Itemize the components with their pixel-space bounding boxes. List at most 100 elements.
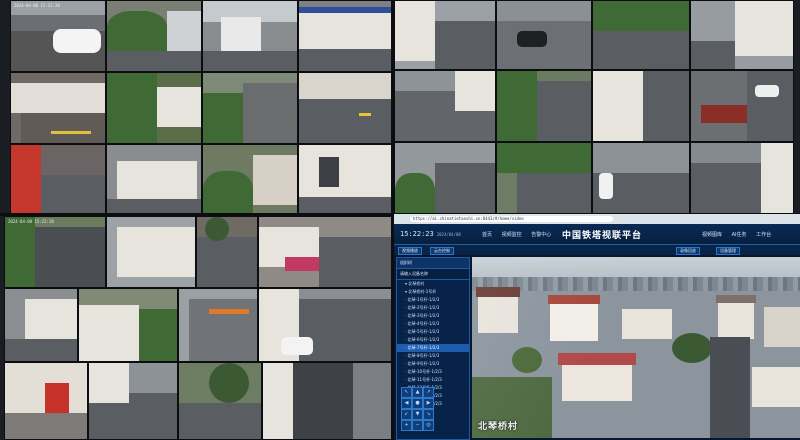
ptz-up-button[interactable]: ▲	[412, 387, 423, 398]
nav-item[interactable]: 视频图库	[702, 232, 722, 238]
video-house	[550, 301, 598, 341]
camera-feed[interactable]	[4, 362, 88, 440]
video-house	[752, 367, 800, 407]
nav-item[interactable]: 告警中心	[531, 232, 551, 238]
video-house	[764, 307, 800, 347]
camera-feed[interactable]	[10, 144, 106, 216]
ptz-left-button[interactable]: ◀	[401, 398, 412, 409]
clock: 15:22:23 2024/04/08	[400, 230, 461, 238]
tab-ptz-control[interactable]: 云台控制	[430, 247, 454, 255]
camera-feed[interactable]	[496, 70, 592, 142]
camera-feed[interactable]	[394, 142, 496, 214]
village-watermark: 北琴桥村	[478, 422, 519, 432]
camera-feed[interactable]	[690, 0, 794, 70]
camera-feed[interactable]	[196, 216, 258, 288]
camera-feed[interactable]	[298, 144, 392, 216]
camera-feed[interactable]	[592, 0, 690, 70]
ptz-center-button[interactable]: ●	[412, 398, 423, 409]
camera-feed[interactable]: 2024-04-08 15:22:20	[4, 216, 106, 288]
nav-item[interactable]: 首页	[482, 232, 492, 238]
camera-feed[interactable]	[394, 70, 496, 142]
clock-date: 2024/04/08	[436, 232, 461, 237]
nav-item[interactable]: AI任务	[732, 232, 747, 238]
camera-feed[interactable]	[262, 362, 392, 440]
camera-feed[interactable]	[298, 72, 392, 144]
tab-video-play[interactable]: 视频播放	[398, 247, 422, 255]
camera-feed[interactable]	[178, 362, 262, 440]
tree-item[interactable]: · 北琴-7号杆-1/2/3	[397, 344, 469, 352]
camera-feed[interactable]	[88, 362, 178, 440]
nav-item[interactable]: 视频监控	[502, 232, 522, 238]
camera-feed[interactable]	[78, 288, 178, 362]
tab-playback[interactable]: 录像回放	[676, 247, 700, 255]
ptz-up-left-button[interactable]: ↖	[401, 387, 412, 398]
ptz-up-right-button[interactable]: ↗	[423, 387, 434, 398]
nav-item[interactable]: 工作台	[756, 232, 771, 238]
tree-item[interactable]: ▾ 北琴桥村-1号杆	[397, 288, 469, 296]
camera-feed[interactable]	[496, 0, 592, 70]
camera-feed[interactable]	[202, 144, 298, 216]
camera-feed[interactable]	[592, 142, 690, 214]
ptz-right-button[interactable]: ▶	[423, 398, 434, 409]
sidebar-header: 组织树	[397, 258, 469, 269]
camera-feed[interactable]	[4, 288, 78, 362]
address-bar[interactable]: https://ai.chinatietaoshi.cn:8443/#/home…	[410, 216, 613, 222]
video-house	[718, 299, 754, 339]
tab-device-manage[interactable]: 设备管理	[716, 247, 740, 255]
camera-feed[interactable]	[106, 0, 202, 72]
tree-item[interactable]: ▾ 北琴桥村	[397, 280, 469, 288]
camera-feed[interactable]	[106, 144, 202, 216]
nav-right: 视频图库 AI任务 工作台	[702, 231, 779, 238]
camera-feed[interactable]	[592, 70, 690, 142]
tree-item[interactable]: · 北琴-1号杆-1/2/3	[397, 296, 469, 304]
ptz-down-button[interactable]: ▼	[412, 409, 423, 420]
video-roof	[548, 295, 600, 304]
tree-item[interactable]: · 北琴-5号杆-1/2/3	[397, 328, 469, 336]
video-roof	[558, 353, 636, 365]
ptz-down-left-button[interactable]: ↙	[401, 409, 412, 420]
camera-timestamp: 2024-04-08 15:22:20	[14, 3, 60, 8]
tree-item[interactable]: · 北琴-8号杆-1/2/3	[397, 352, 469, 360]
camera-feed[interactable]: 2024-04-08 15:22:20	[10, 0, 106, 72]
tree-item[interactable]: · 北琴-3号杆-1/2/3	[397, 312, 469, 320]
camera-feed[interactable]	[202, 0, 298, 72]
camera-feed[interactable]	[202, 72, 298, 144]
tree-item[interactable]: · 北琴-2号杆-1/2/3	[397, 304, 469, 312]
camera-feed[interactable]	[178, 288, 258, 362]
zoom-out-button[interactable]: −	[412, 420, 423, 431]
camera-feed[interactable]	[496, 142, 592, 214]
camera-feed[interactable]	[106, 216, 196, 288]
video-tree	[672, 333, 712, 363]
camera-feed[interactable]	[106, 72, 202, 144]
video-house	[562, 361, 632, 401]
tree-item[interactable]: · 北琴-9号杆-1/2/3	[397, 360, 469, 368]
video-tree	[512, 347, 542, 373]
camera-feed[interactable]	[690, 142, 794, 214]
camera-timestamp: 2024-04-08 15:22:20	[8, 219, 54, 224]
device-search-input[interactable]: 请输入设备名称	[397, 269, 469, 280]
tree-item[interactable]: · 北琴-4号杆-1/2/3	[397, 320, 469, 328]
ptz-down-right-button[interactable]: ↘	[423, 409, 434, 420]
video-roof	[476, 287, 520, 297]
tree-item[interactable]: · 北琴-10号杆-1/2/3	[397, 368, 469, 376]
camera-feed[interactable]	[298, 0, 392, 72]
video-wall: 2024-04-08 15:22:20 2024-04-08 15:22:20 …	[0, 0, 800, 440]
focus-button[interactable]: ◎	[423, 420, 434, 431]
camera-feed[interactable]	[690, 70, 794, 142]
tree-item[interactable]: · 北琴-6号杆-1/2/3	[397, 336, 469, 344]
platform-title: 中国铁塔视联平台	[562, 231, 643, 241]
camera-feed[interactable]	[258, 288, 392, 362]
video-road	[710, 337, 750, 438]
platform-header: 15:22:23 2024/04/08 首页 视频监控 告警中心 中国铁塔视联平台…	[394, 224, 800, 245]
clock-time: 15:22:23	[400, 230, 434, 238]
live-video-view[interactable]: 北琴桥村	[472, 257, 800, 438]
zoom-in-button[interactable]: +	[401, 420, 412, 431]
camera-feed[interactable]	[394, 0, 496, 70]
device-tree-sidebar: 组织树 请输入设备名称 ▾ 北琴桥村 ▾ 北琴桥村-1号杆 · 北琴-1号杆-1/2…	[396, 257, 470, 440]
sub-tabs: 视频播放 云台控制 录像回放 设备管理	[394, 245, 800, 255]
video-house	[478, 293, 518, 333]
camera-feed[interactable]	[10, 72, 106, 144]
camera-feed[interactable]	[258, 216, 392, 288]
video-skyline	[472, 277, 800, 291]
tree-item[interactable]: · 北琴-11号杆-1/2/3	[397, 376, 469, 384]
